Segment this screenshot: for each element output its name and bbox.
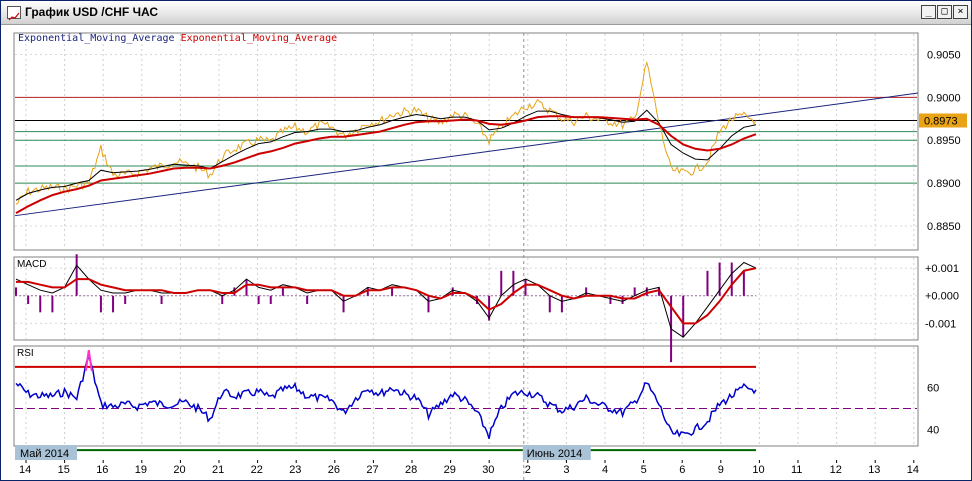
y-tick-label: 0.8850 xyxy=(927,221,961,233)
y-tick-label: 0.9000 xyxy=(927,92,961,104)
x-tick-label: 13 xyxy=(868,464,880,476)
x-tick-label: 28 xyxy=(405,464,417,476)
x-tick-label: 21 xyxy=(212,464,224,476)
month-label-june: Июнь 2014 xyxy=(527,448,583,460)
x-tick-label: 20 xyxy=(173,464,185,476)
x-tick-label: 30 xyxy=(482,464,494,476)
x-tick-label: 3 xyxy=(563,464,569,476)
panel-frame-rsi xyxy=(13,345,919,447)
y-tick-label: 0.8950 xyxy=(927,135,961,147)
macd-panel-title: MACD xyxy=(17,259,46,270)
rsi-y-tick-label: 40 xyxy=(927,424,939,436)
window-title: График USD /CHF ЧАС xyxy=(25,5,159,19)
x-tick-label: 14 xyxy=(907,464,919,476)
month-label-may: Май 2014 xyxy=(20,448,69,460)
rsi-y-tick-label: 60 xyxy=(927,383,939,395)
x-tick-label: 5 xyxy=(641,464,647,476)
title-bar[interactable]: График USD /CHF ЧАС _ □ × xyxy=(1,1,971,25)
x-tick-label: 19 xyxy=(135,464,147,476)
maximize-button[interactable]: □ xyxy=(937,5,952,19)
panel-frame-macd xyxy=(13,256,919,341)
x-tick-label: 10 xyxy=(752,464,764,476)
x-tick-label: 16 xyxy=(96,464,108,476)
macd-y-tick-label: +0.001 xyxy=(925,263,959,275)
y-tick-label: 0.8900 xyxy=(927,178,961,190)
y-tick-label: 0.9050 xyxy=(927,49,961,61)
x-tick-label: 12 xyxy=(830,464,842,476)
x-tick-label: 14 xyxy=(19,464,31,476)
x-tick-label: 4 xyxy=(602,464,608,476)
x-tick-label: 11 xyxy=(791,464,802,476)
legend-ema-slow[interactable]: Exponential_Moving_Average xyxy=(181,33,338,44)
rsi-panel-title: RSI xyxy=(17,348,34,359)
chart-canvas[interactable]: 0.8850 0.8900 0.8950 0.9000 0.9050 0.8973 +0.0… xyxy=(1,26,971,481)
x-tick-label: 22 xyxy=(251,464,263,476)
panel-frame-main xyxy=(13,32,919,251)
x-tick-label: 2 xyxy=(525,464,531,476)
chart-app-icon xyxy=(7,6,21,21)
close-button[interactable]: × xyxy=(953,5,968,19)
chart-window: График USD /CHF ЧАС _ □ × 0.8850 0.8900 0.… xyxy=(0,0,972,481)
x-tick-label: 27 xyxy=(366,464,378,476)
x-tick-label: 29 xyxy=(444,464,456,476)
legend-ema-fast[interactable]: Exponential_Moving_Average xyxy=(18,33,175,44)
x-tick-label: 6 xyxy=(679,464,685,476)
x-tick-label: 9 xyxy=(718,464,724,476)
macd-y-tick-label: +0.000 xyxy=(925,291,959,303)
macd-y-tick-label: -0.001 xyxy=(925,318,956,330)
minimize-button[interactable]: _ xyxy=(921,5,936,19)
price-badge-text: 0.8973 xyxy=(924,115,958,127)
indicator-legend: Exponential_Moving_Average Exponential_M… xyxy=(18,33,337,44)
x-tick-label: 23 xyxy=(289,464,301,476)
x-tick-label: 26 xyxy=(328,464,340,476)
x-tick-label: 15 xyxy=(58,464,70,476)
